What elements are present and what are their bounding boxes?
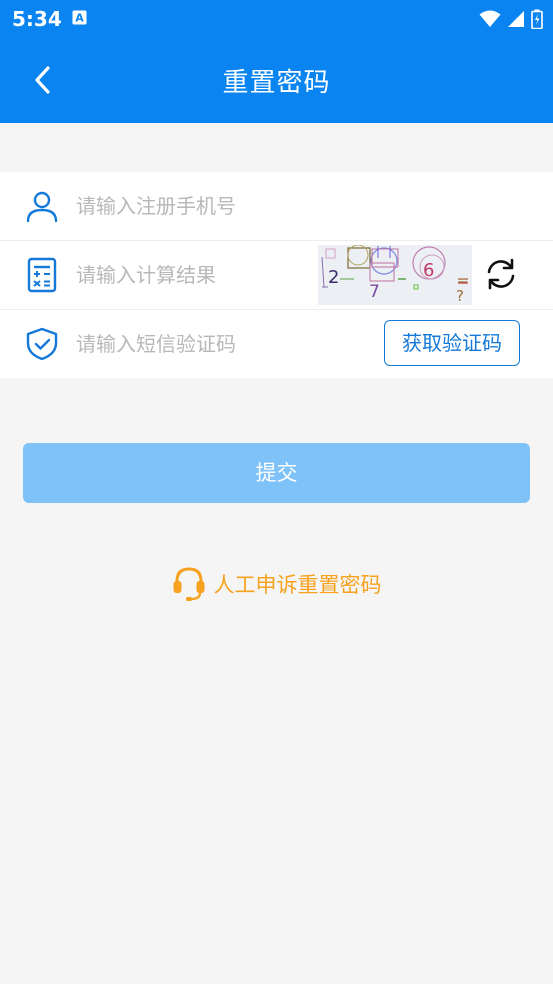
sms-code-input[interactable]: [76, 328, 306, 360]
wifi-icon: [479, 10, 501, 27]
refresh-icon[interactable]: [484, 257, 518, 291]
captcha-char: 7: [369, 282, 380, 302]
keyboard-a-icon: A: [72, 10, 87, 25]
headset-icon: [173, 567, 204, 601]
sms-row: 获取验证码: [0, 310, 553, 378]
captcha-char: ?: [456, 287, 464, 305]
captcha-char: 2: [328, 267, 339, 288]
signal-icon: [508, 11, 524, 27]
status-time: 5:34: [12, 7, 62, 31]
submit-button[interactable]: 提交: [23, 443, 530, 503]
shield-check-icon: [26, 327, 58, 361]
svg-text:A: A: [75, 12, 84, 25]
captcha-char: 6: [423, 260, 434, 281]
page-title: 重置密码: [222, 68, 331, 98]
phone-row: [0, 172, 553, 241]
calculator-icon: [27, 257, 57, 293]
status-icons: [479, 9, 543, 29]
status-bar: 5:34 A: [0, 0, 553, 38]
app-bar: 重置密码: [0, 38, 553, 123]
calc-result-input[interactable]: [76, 259, 306, 291]
appeal-link[interactable]: 人工申诉重置密码: [0, 564, 553, 604]
user-icon: [26, 191, 58, 223]
phone-input[interactable]: [76, 190, 306, 222]
reset-form: 2 7 6 = ? 获取验证码: [0, 172, 553, 378]
captcha-image[interactable]: 2 7 6 = ?: [318, 245, 472, 305]
battery-icon: [531, 9, 543, 29]
appeal-label: 人工申诉重置密码: [213, 573, 382, 597]
calc-row: 2 7 6 = ?: [0, 241, 553, 310]
get-code-button[interactable]: 获取验证码: [384, 320, 520, 366]
